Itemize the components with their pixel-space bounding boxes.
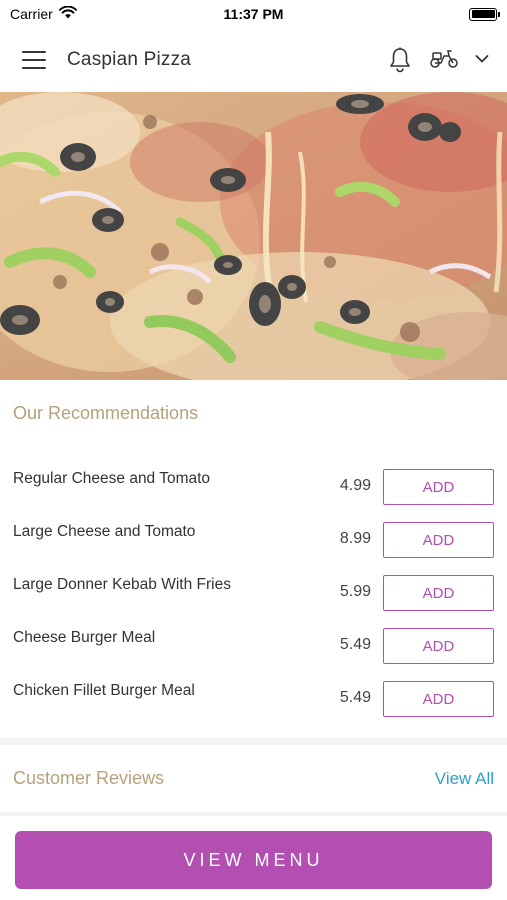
app-header: Caspian Pizza	[0, 28, 507, 92]
item-name: Chicken Fillet Burger Meal	[13, 682, 195, 699]
list-item: Chicken Fillet Burger Meal 5.49 ADD	[0, 672, 507, 725]
delivery-mode-selector[interactable]	[429, 47, 489, 74]
menu-icon[interactable]	[22, 51, 46, 69]
item-name: Regular Cheese and Tomato	[13, 470, 211, 487]
item-name: Cheese Burger Meal	[13, 629, 156, 646]
hero-image	[0, 92, 507, 380]
status-bar: Carrier 11:37 PM	[0, 0, 507, 28]
item-price: 5.99	[339, 583, 371, 600]
recommendations-list: Regular Cheese and Tomato 4.99 ADD Large…	[0, 460, 507, 725]
add-button[interactable]: ADD	[383, 522, 494, 558]
status-left: Carrier	[10, 5, 77, 22]
bell-icon[interactable]	[389, 47, 411, 73]
list-item: Large Donner Kebab With Fries 5.99 ADD	[0, 566, 507, 619]
list-item: Cheese Burger Meal 5.49 ADD	[0, 619, 507, 672]
list-item: Regular Cheese and Tomato 4.99 ADD	[0, 460, 507, 513]
carrier-label: Carrier	[10, 6, 53, 22]
chevron-down-icon	[475, 51, 489, 69]
scooter-icon	[429, 47, 459, 74]
add-button[interactable]: ADD	[383, 575, 494, 611]
add-button[interactable]: ADD	[383, 628, 494, 664]
item-name: Large Cheese and Tomato	[13, 523, 196, 540]
view-all-link[interactable]: View All	[435, 769, 494, 789]
item-price: 8.99	[339, 530, 371, 547]
reviews-title: Customer Reviews	[13, 768, 165, 788]
add-button[interactable]: ADD	[383, 681, 494, 717]
pizza-photo	[0, 92, 507, 380]
item-price: 4.99	[339, 477, 371, 494]
item-name: Large Donner Kebab With Fries	[13, 576, 231, 593]
item-price: 5.49	[339, 636, 371, 653]
battery-icon	[469, 7, 500, 21]
recommendations-title: Our Recommendations	[13, 403, 199, 423]
view-menu-button[interactable]: VIEW MENU	[15, 831, 492, 889]
page-title: Caspian Pizza	[67, 49, 192, 70]
wifi-icon	[58, 5, 77, 22]
add-button[interactable]: ADD	[383, 469, 494, 505]
section-divider	[0, 738, 507, 745]
header-actions	[389, 47, 489, 74]
list-item: Large Cheese and Tomato 8.99 ADD	[0, 513, 507, 566]
item-price: 5.49	[339, 689, 371, 706]
